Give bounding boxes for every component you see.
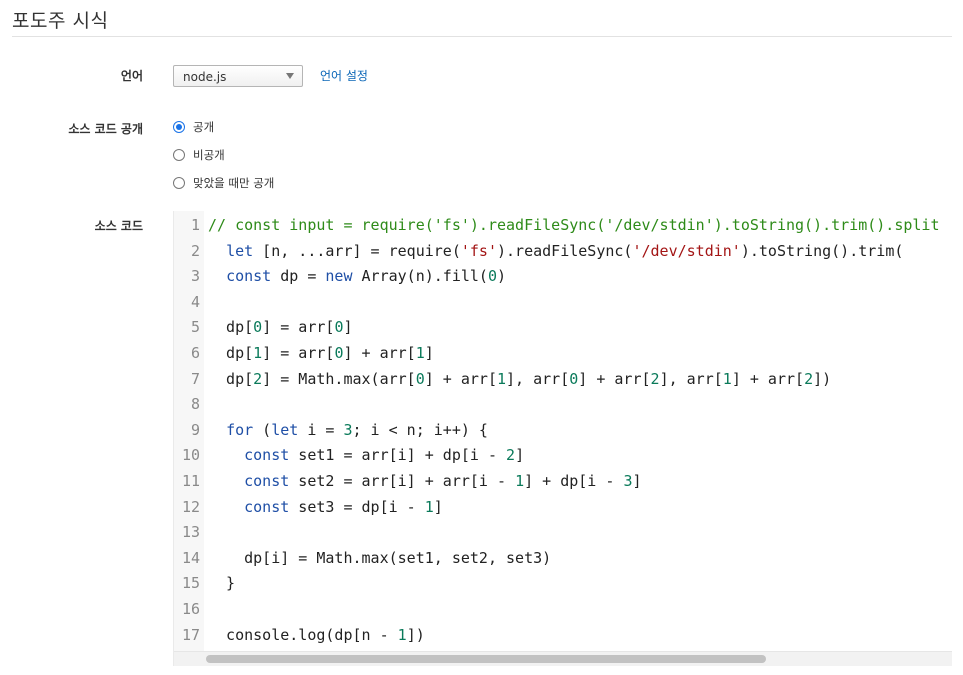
line-number: 15 bbox=[181, 574, 200, 593]
code-editor[interactable]: 1 // const input = require('fs').readFile… bbox=[173, 211, 952, 666]
code-line: 4 bbox=[174, 290, 200, 316]
code-text: dp[1] = arr[0] + arr[1] bbox=[208, 343, 434, 362]
scrollbar-thumb[interactable] bbox=[206, 655, 766, 663]
page-title: 포도주 시식 bbox=[12, 10, 109, 32]
line-number: 8 bbox=[190, 395, 200, 414]
code-line: 6 dp[1] = arr[0] + arr[1] bbox=[174, 341, 434, 367]
code-line: 15 } bbox=[174, 571, 235, 597]
code-text: dp[2] = Math.max(arr[0] + arr[1], arr[0]… bbox=[208, 369, 832, 388]
code-line: 1 // const input = require('fs').readFile… bbox=[174, 213, 940, 239]
code-line: 12 const set3 = dp[i - 1] bbox=[174, 495, 443, 521]
code-line: 10 const set1 = arr[i] + dp[i - 2] bbox=[174, 443, 524, 469]
code-line: 7 dp[2] = Math.max(arr[0] + arr[1], arr[… bbox=[174, 367, 831, 393]
radio-button[interactable] bbox=[173, 149, 185, 161]
code-line: 8 bbox=[174, 392, 200, 418]
code-line: 17 console.log(dp[n - 1]) bbox=[174, 623, 425, 649]
source-code-label: 소스 코드 bbox=[94, 219, 143, 233]
visibility-option-private[interactable]: 비공개 bbox=[173, 147, 225, 163]
code-text: console.log(dp[n - 1]) bbox=[208, 625, 425, 644]
code-line: 14 dp[i] = Math.max(set1, set2, set3) bbox=[174, 546, 551, 572]
code-line: 5 dp[0] = arr[0] bbox=[174, 315, 353, 341]
line-number: 12 bbox=[181, 497, 200, 516]
visibility-label: 소스 코드 공개 bbox=[68, 122, 143, 136]
code-line: 13 bbox=[174, 520, 200, 546]
line-number: 7 bbox=[190, 369, 200, 388]
radio-button[interactable] bbox=[173, 121, 185, 133]
code-text: // const input = require('fs').readFileS… bbox=[208, 216, 940, 234]
radio-label: 비공개 bbox=[193, 148, 225, 162]
line-number: 1 bbox=[190, 216, 200, 234]
code-line: 11 const set2 = arr[i] + arr[i - 1] + dp… bbox=[174, 469, 642, 495]
code-line: 2 let [n, ...arr] = require('fs').readFi… bbox=[174, 239, 903, 265]
code-text: const dp = new Array(n).fill(0) bbox=[226, 267, 507, 286]
code-line: 16 bbox=[174, 597, 200, 623]
code-lines: 1 // const input = require('fs').readFile… bbox=[174, 213, 940, 649]
code-text: } bbox=[208, 574, 236, 593]
code-text: const set1 = arr[i] + dp[i - 2] bbox=[244, 446, 525, 465]
code-line: 9 for (let i = 3; i < n; i++) { bbox=[174, 418, 488, 444]
code-text: dp[0] = arr[0] bbox=[208, 318, 353, 337]
submit-page: 포도주 시식 언어 node.js 언어 설정 소스 코드 공개 공개 비공개 … bbox=[0, 0, 963, 675]
line-number: 5 bbox=[190, 318, 200, 337]
title-divider bbox=[12, 36, 952, 37]
code-text: for (let i = 3; i < n; i++) { bbox=[226, 420, 488, 439]
code-text: let [n, ...arr] = require('fs').readFile… bbox=[226, 241, 904, 260]
line-number: 16 bbox=[181, 599, 200, 618]
code-line: 3 const dp = new Array(n).fill(0) bbox=[174, 264, 506, 290]
code-text: const set2 = arr[i] + arr[i - 1] + dp[i … bbox=[244, 471, 642, 490]
code-text: const set3 = dp[i - 1] bbox=[244, 497, 443, 516]
line-number: 3 bbox=[190, 267, 200, 286]
line-number: 17 bbox=[181, 625, 200, 644]
line-number: 11 bbox=[181, 471, 200, 490]
code-text: dp[i] = Math.max(set1, set2, set3) bbox=[208, 548, 552, 567]
radio-label: 공개 bbox=[193, 120, 215, 134]
line-number: 9 bbox=[190, 420, 200, 439]
radio-button[interactable] bbox=[173, 177, 185, 189]
horizontal-scrollbar[interactable] bbox=[174, 651, 952, 666]
line-number: 4 bbox=[190, 292, 200, 311]
language-label: 언어 bbox=[120, 69, 143, 83]
language-settings-link[interactable]: 언어 설정 bbox=[320, 67, 368, 84]
line-number: 13 bbox=[181, 523, 200, 542]
line-number: 6 bbox=[190, 343, 200, 362]
chevron-down-icon bbox=[286, 73, 294, 79]
line-number: 2 bbox=[190, 241, 200, 260]
language-select[interactable]: node.js bbox=[173, 65, 303, 87]
visibility-option-public[interactable]: 공개 bbox=[173, 119, 214, 135]
line-number: 10 bbox=[181, 446, 200, 465]
line-number: 14 bbox=[181, 548, 200, 567]
visibility-option-accepted-only[interactable]: 맞았을 때만 공개 bbox=[173, 175, 274, 191]
radio-label: 맞았을 때만 공개 bbox=[193, 176, 275, 190]
language-select-value: node.js bbox=[183, 70, 227, 84]
